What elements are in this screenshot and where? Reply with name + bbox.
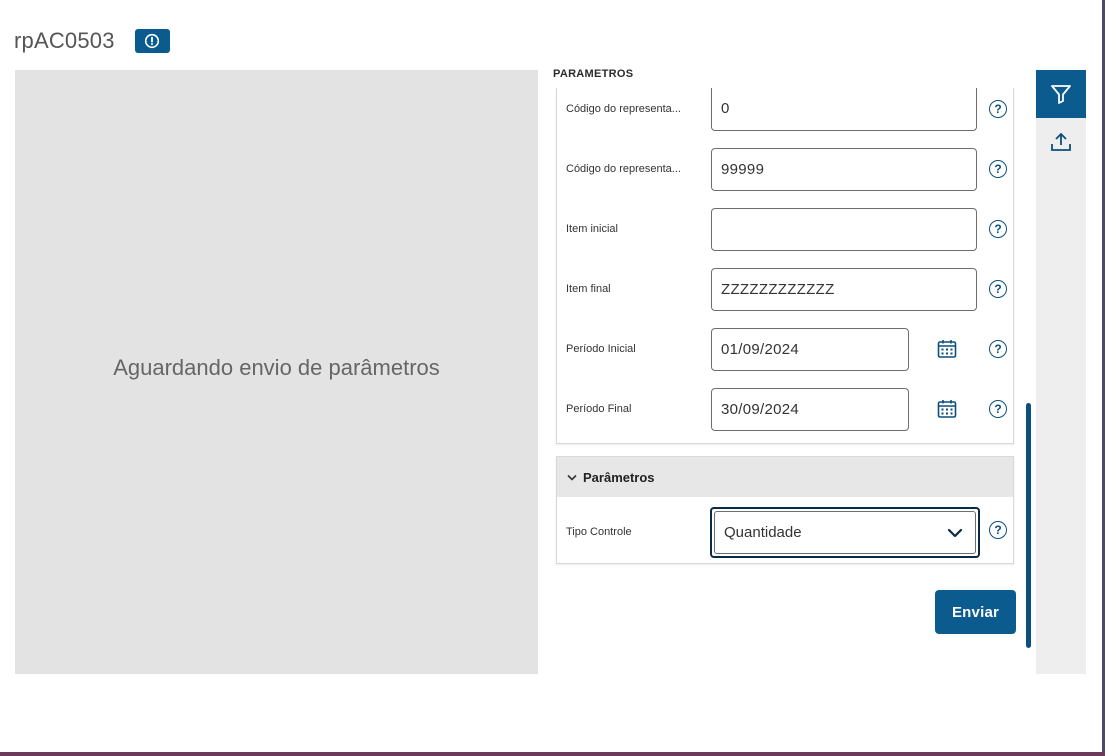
info-button[interactable] <box>134 29 170 53</box>
filter-button[interactable] <box>1036 70 1086 118</box>
item-final-input[interactable]: ZZZZZZZZZZZZ <box>711 268 977 311</box>
periodo-final-input[interactable]: 30/09/2024 <box>711 388 909 431</box>
codigo-representante-final-input[interactable]: 99999 <box>711 148 977 191</box>
right-toolbar <box>1036 70 1086 674</box>
accordion-title: Parâmetros <box>583 469 655 485</box>
field-row-periodo-inicial: Período Inicial 01/09/2024 ? <box>557 328 1013 372</box>
calendar-icon[interactable] <box>937 339 957 359</box>
field-label: Código do representa... <box>566 103 681 115</box>
help-icon[interactable]: ? <box>989 400 1007 418</box>
select-value: Quantidade <box>724 524 802 541</box>
help-icon[interactable]: ? <box>989 220 1007 238</box>
upload-button[interactable] <box>1036 122 1086 162</box>
send-button[interactable]: Enviar <box>935 590 1016 634</box>
accordion-header[interactable]: Parâmetros <box>557 457 1013 497</box>
select-display: Quantidade <box>714 511 976 554</box>
chevron-down-icon <box>947 528 963 537</box>
tipo-controle-label: Tipo Controle <box>566 526 632 538</box>
field-label: Código do representa... <box>566 163 681 175</box>
calendar-icon[interactable] <box>937 399 957 419</box>
window-border-bottom <box>0 752 1105 756</box>
field-row-codigo-representante-inicial: Código do representa... 0 ? <box>557 88 1013 132</box>
field-row-item-inicial: Item inicial ? <box>557 208 1013 252</box>
field-row-periodo-final: Período Final 30/09/2024 ? <box>557 388 1013 432</box>
field-label: Período Inicial <box>566 343 636 355</box>
scrollbar[interactable] <box>1026 403 1031 648</box>
help-icon[interactable]: ? <box>989 340 1007 358</box>
report-preview-area: Aguardando envio de parâmetros <box>15 70 538 674</box>
info-circle-icon <box>145 33 160 49</box>
help-icon[interactable]: ? <box>989 160 1007 178</box>
filter-icon <box>1051 85 1071 104</box>
upload-icon <box>1051 132 1071 151</box>
help-icon[interactable]: ? <box>989 100 1007 118</box>
header: rpAC0503 <box>14 26 170 56</box>
parameters-card: Código do representa... 0 ? Código do re… <box>556 88 1014 444</box>
help-icon[interactable]: ? <box>989 521 1007 539</box>
parametros-accordion: Parâmetros Tipo Controle Quantidade ? <box>556 456 1014 564</box>
tipo-controle-select[interactable]: Quantidade <box>710 507 980 558</box>
report-page: rpAC0503 Aguardando envio de parâmetros … <box>0 0 1105 756</box>
periodo-inicial-input[interactable]: 01/09/2024 <box>711 328 909 371</box>
page-title: rpAC0503 <box>14 28 115 53</box>
parameters-section-label: PARAMETROS <box>553 68 634 80</box>
preview-message: Aguardando envio de parâmetros <box>113 355 440 380</box>
field-row-codigo-representante-final: Código do representa... 99999 ? <box>557 148 1013 192</box>
codigo-representante-inicial-input[interactable]: 0 <box>711 88 977 131</box>
field-label: Período Final <box>566 403 632 415</box>
field-label: Item inicial <box>566 223 618 235</box>
chevron-down-icon <box>567 472 577 482</box>
item-inicial-input[interactable] <box>711 208 977 251</box>
field-row-item-final: Item final ZZZZZZZZZZZZ ? <box>557 268 1013 312</box>
help-icon[interactable]: ? <box>989 280 1007 298</box>
field-label: Item final <box>566 283 611 295</box>
